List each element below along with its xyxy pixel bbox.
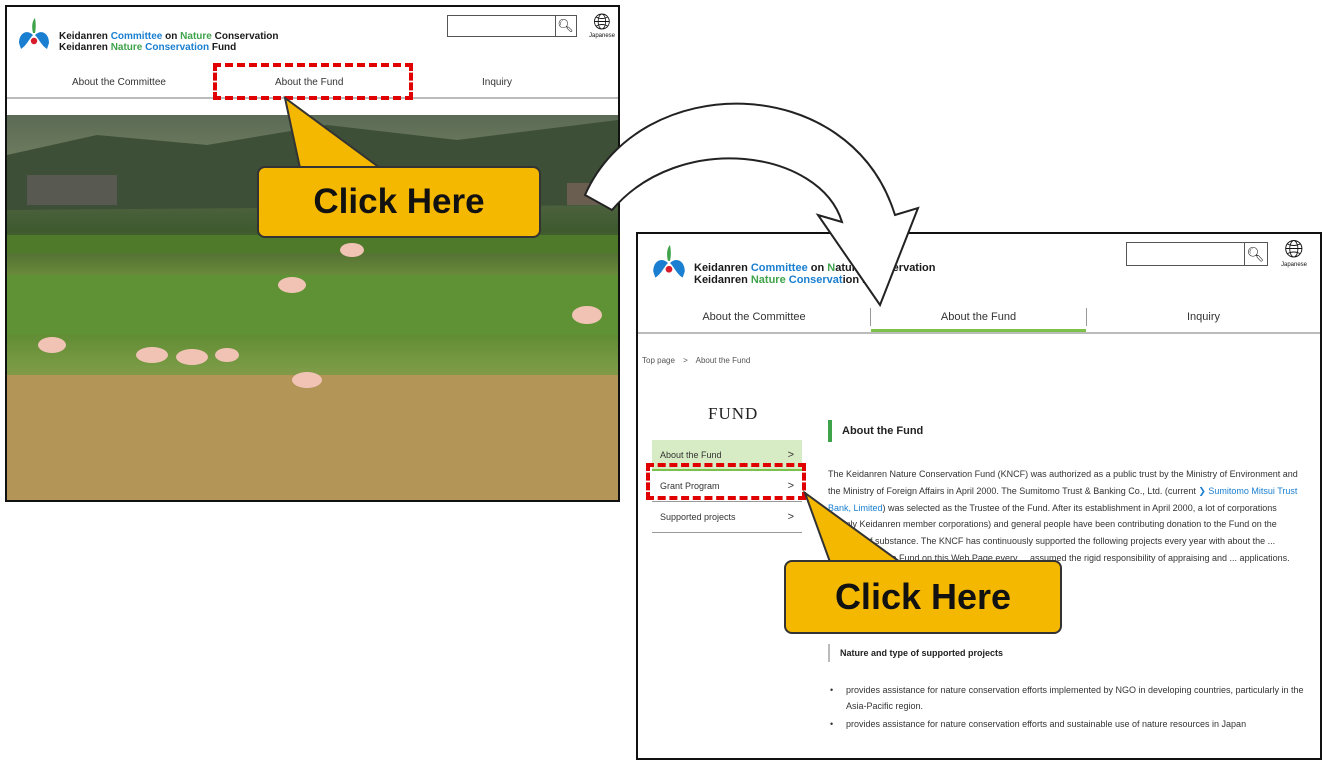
callout-pointers — [283, 95, 904, 563]
callout-click-here-2: Click Here — [784, 560, 1062, 634]
callout-click-here-1: Click Here — [257, 166, 541, 238]
